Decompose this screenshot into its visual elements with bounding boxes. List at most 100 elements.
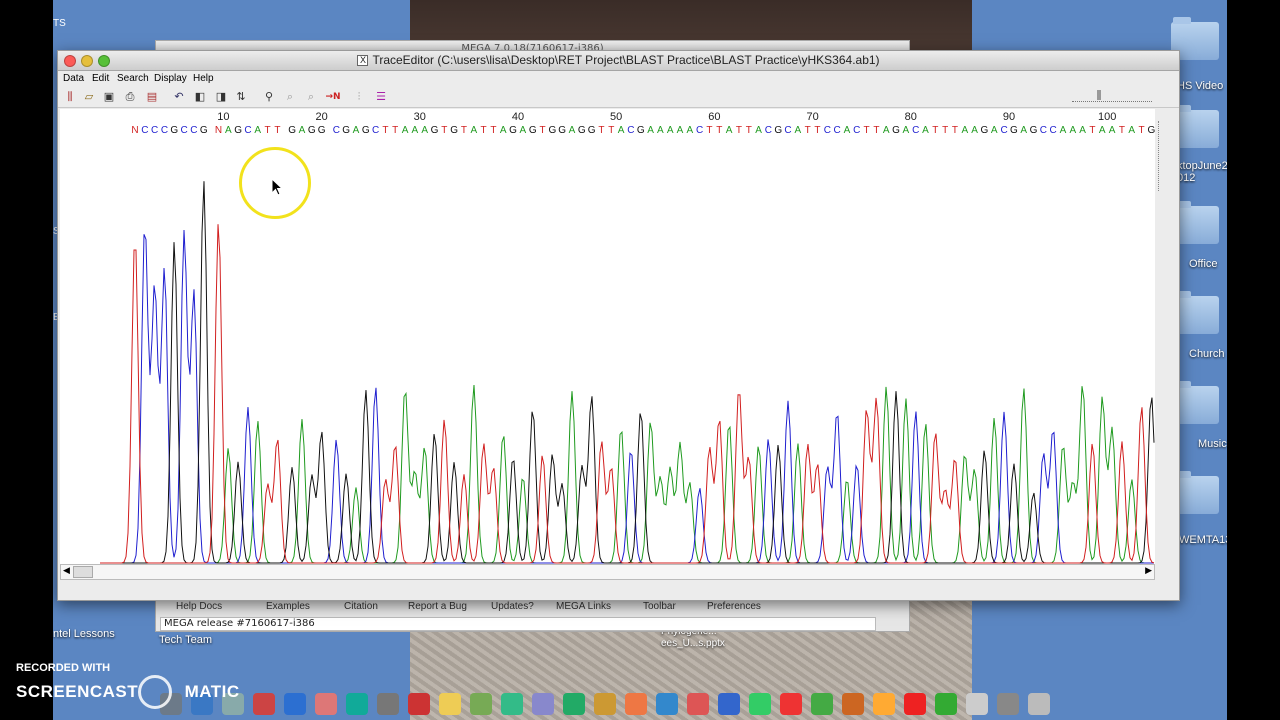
base-call[interactable]: G [774,125,782,136]
mega-menu-toolbar[interactable]: Toolbar [643,601,676,612]
desktop-icon-label[interactable]: Office [1189,258,1218,270]
dock-app-icon[interactable] [408,693,430,715]
base-call[interactable]: C [765,125,772,136]
dock-app-icon[interactable] [470,693,492,715]
base-call[interactable]: G [308,125,316,136]
base-call[interactable]: T [736,125,742,136]
base-call[interactable]: A [1020,125,1027,136]
dock-app-icon[interactable] [377,693,399,715]
base-call[interactable]: A [755,125,762,136]
base-call[interactable]: A [903,125,910,136]
base-call[interactable]: A [991,125,998,136]
base-call[interactable]: C [784,125,791,136]
base-call[interactable]: T [461,125,467,136]
base-call[interactable]: G [1010,125,1018,136]
base-call[interactable]: T [932,125,938,136]
trace-icon[interactable]: ⫼ [62,89,78,105]
dock-app-icon[interactable] [439,693,461,715]
menu-help[interactable]: Help [193,73,214,84]
base-call[interactable]: G [558,125,566,136]
base-call[interactable]: A [961,125,968,136]
base-call[interactable]: G [1147,125,1155,136]
desktop-icon-label[interactable]: ntel Lessons [53,628,115,640]
mega-menu-citation[interactable]: Citation [344,601,378,612]
base-call[interactable]: T [942,125,948,136]
base-call[interactable]: G [529,125,537,136]
base-call[interactable]: N [131,125,138,136]
base-call[interactable]: C [834,125,841,136]
undo-icon[interactable]: ↶ [171,89,187,105]
base-call[interactable]: A [299,125,306,136]
base-call[interactable]: T [539,125,545,136]
base-call[interactable]: A [677,125,684,136]
find-next-icon[interactable]: ⌕ [282,89,298,105]
base-call[interactable]: A [402,125,409,136]
menu-data[interactable]: Data [63,73,84,84]
scroll-right-arrow[interactable]: ▶ [1145,566,1152,576]
base-call[interactable]: A [1128,125,1135,136]
dock-app-icon[interactable] [811,693,833,715]
mega-menu-report-bug[interactable]: Report a Bug [408,601,467,612]
base-call[interactable]: C [853,125,860,136]
base-call[interactable]: G [318,125,326,136]
base-call[interactable]: A [667,125,674,136]
base-call[interactable]: G [431,125,439,136]
menu-display[interactable]: Display [154,73,187,84]
mega-menu-updates[interactable]: Updates? [491,601,534,612]
base-call[interactable]: T [598,125,604,136]
base-call[interactable]: A [470,125,477,136]
dock-app-icon[interactable] [935,693,957,715]
menu-search[interactable]: Search [117,73,149,84]
base-call[interactable]: T [392,125,398,136]
base-call[interactable]: T [746,125,752,136]
dock-app-icon[interactable] [532,693,554,715]
base-call[interactable]: A [795,125,802,136]
dock-app-icon[interactable] [718,693,740,715]
scroll-left-arrow[interactable]: ◀ [63,566,70,576]
base-call[interactable]: G [1030,125,1038,136]
base-call[interactable]: C [151,125,158,136]
desktop-icon-label[interactable]: Tech Team [159,634,212,646]
base-call[interactable]: G [509,125,517,136]
base-call[interactable]: T [490,125,496,136]
mark-icon[interactable]: ⫶ [351,89,367,105]
base-call[interactable]: C [824,125,831,136]
base-call[interactable]: T [481,125,487,136]
base-call[interactable]: A [1079,125,1086,136]
base-call[interactable]: C [372,125,379,136]
mega-menu-links[interactable]: MEGA Links [556,601,611,612]
find-n-icon[interactable]: →N [322,89,344,105]
base-call[interactable]: G [170,125,178,136]
base-call[interactable]: A [225,125,232,136]
base-call[interactable]: A [1109,125,1116,136]
base-call[interactable]: A [500,125,507,136]
zoom-slider[interactable] [1072,90,1152,102]
base-call[interactable]: A [618,125,625,136]
horizontal-scrollbar[interactable]: ◀ ▶ [60,564,1155,580]
base-call[interactable]: N [215,125,222,136]
base-call[interactable]: T [265,125,271,136]
base-call[interactable]: A [647,125,654,136]
base-call[interactable]: A [254,125,261,136]
chromatogram[interactable]: 10 20 30 40 50 60 70 80 90 100 NCCCGCCGNAGCATTGAG… [60,109,1155,564]
find-prev-icon[interactable]: ⌕ [303,89,319,105]
base-call[interactable]: T [706,125,712,136]
export-icon[interactable]: ▤ [144,89,160,105]
chromatogram-panel[interactable]: 10 20 30 40 50 60 70 80 90 100 NCCCGCCGNAGCATTGAG… [60,109,1155,564]
scroll-thumb[interactable] [73,566,93,578]
dock-app-icon[interactable] [749,693,771,715]
dock-app-icon[interactable] [873,693,895,715]
base-call[interactable]: A [844,125,851,136]
base-call[interactable]: G [981,125,989,136]
base-call[interactable]: T [952,125,958,136]
base-call[interactable]: A [353,125,360,136]
base-call[interactable]: T [274,125,280,136]
base-call[interactable]: A [569,125,576,136]
base-call[interactable]: A [412,125,419,136]
base-call[interactable]: G [342,125,350,136]
base-call[interactable]: T [608,125,614,136]
mega-menu-examples[interactable]: Examples [266,601,310,612]
base-call[interactable]: C [696,125,703,136]
desktop-icon-label[interactable]: Music [1198,438,1227,450]
print-icon[interactable]: ⎙ [122,89,138,105]
